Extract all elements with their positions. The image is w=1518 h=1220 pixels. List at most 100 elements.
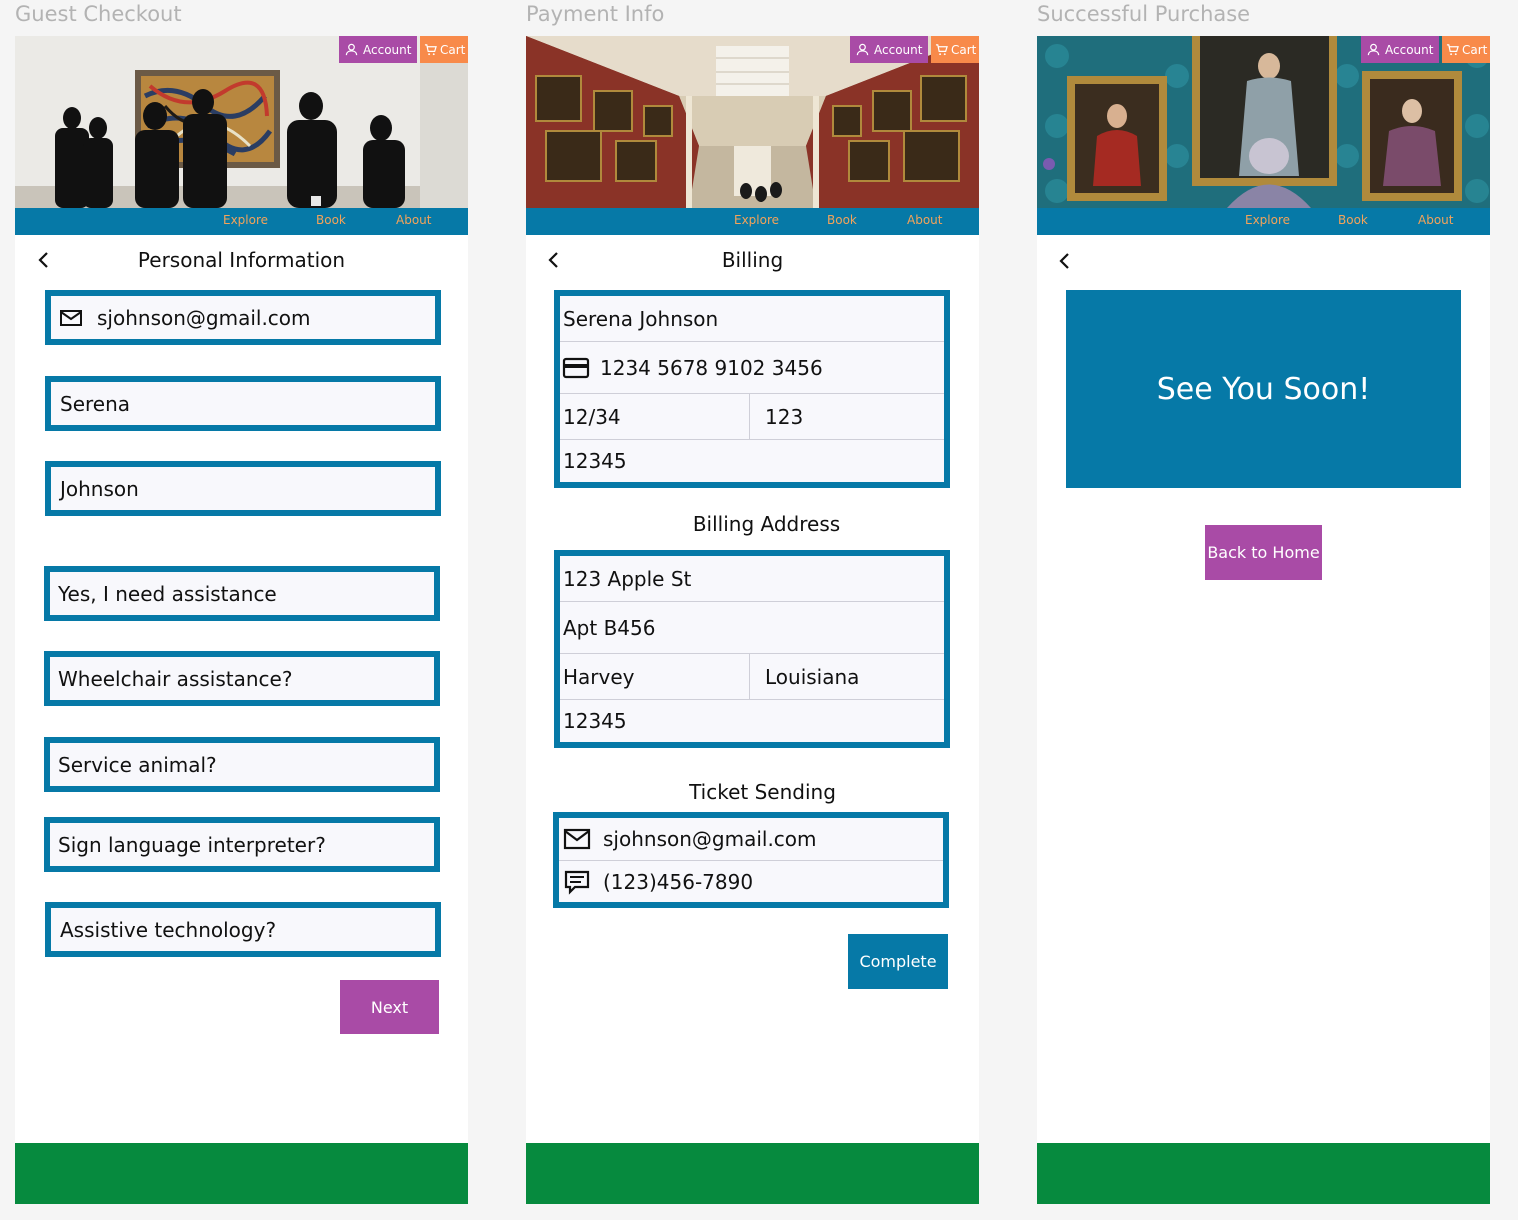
nav-bar: Explore Book About xyxy=(526,208,979,235)
account-label: Account xyxy=(874,42,923,57)
address-line1-field[interactable]: 123 Apple St xyxy=(560,556,944,602)
account-button[interactable]: Account xyxy=(1361,36,1440,63)
credit-card-icon xyxy=(562,357,590,378)
cart-button[interactable]: Cart xyxy=(1442,36,1490,63)
frame-title-payment-info: Payment Info xyxy=(526,2,665,26)
footer xyxy=(526,1143,979,1204)
hero-image: Account Cart xyxy=(526,36,979,208)
wheelchair-field[interactable]: Wheelchair assistance? xyxy=(44,651,440,706)
message-icon xyxy=(564,870,590,895)
expiry-cvv-row: 12/34 123 xyxy=(560,394,944,440)
nav-book[interactable]: Book xyxy=(1338,213,1368,227)
cart-label: Cart xyxy=(1462,42,1488,57)
nav-explore[interactable]: Explore xyxy=(223,213,268,227)
email-field[interactable]: sjohnson@gmail.com xyxy=(45,290,441,345)
account-label: Account xyxy=(363,42,412,57)
user-icon xyxy=(345,43,358,56)
mail-icon xyxy=(563,828,591,850)
address-zip-field[interactable]: 12345 xyxy=(560,700,944,742)
address-line1-value: 123 Apple St xyxy=(563,566,692,591)
back-to-home-button[interactable]: Back to Home xyxy=(1205,525,1322,580)
user-icon xyxy=(1367,43,1380,56)
nav-bar: Explore Book About xyxy=(1037,208,1490,235)
billing-zip-field[interactable]: 12345 xyxy=(560,440,944,482)
cart-button[interactable]: Cart xyxy=(931,36,979,63)
hero-image: Account Cart xyxy=(1037,36,1490,208)
guest-checkout-screen: Account Cart Explore Book About Personal… xyxy=(15,36,468,1204)
confirmation-banner: See You Soon! xyxy=(1066,290,1461,488)
city-value: Harvey xyxy=(563,664,635,689)
account-label: Account xyxy=(1385,42,1434,57)
complete-button[interactable]: Complete xyxy=(848,934,948,989)
cart-icon xyxy=(1446,44,1459,56)
card-number-field[interactable]: 1234 5678 9102 3456 xyxy=(560,342,944,394)
nav-about[interactable]: About xyxy=(1418,213,1453,227)
card-number-value: 1234 5678 9102 3456 xyxy=(600,355,823,380)
billing-address-card: 123 Apple St Apt B456 Harvey Louisiana 1… xyxy=(554,550,950,748)
cardholder-name-field[interactable]: Serena Johnson xyxy=(560,296,944,342)
billing-card: Serena Johnson 1234 5678 9102 3456 12/34… xyxy=(554,290,950,488)
state-value: Louisiana xyxy=(765,664,860,689)
assistance-select[interactable]: Yes, I need assistance xyxy=(44,566,440,621)
billing-heading: Billing xyxy=(721,248,784,272)
send-phone-field[interactable]: (123)456-7890 xyxy=(559,861,943,902)
cvv-field[interactable]: 123 xyxy=(750,394,803,439)
successful-purchase-screen: Account Cart Explore Book About See You … xyxy=(1037,36,1490,1204)
cart-icon xyxy=(424,44,437,56)
footer xyxy=(1037,1143,1490,1204)
payment-info-screen: Account Cart Explore Book About Billing … xyxy=(526,36,979,1204)
cart-icon xyxy=(935,44,948,56)
assistive-tech-field[interactable]: Assistive technology? xyxy=(45,902,441,957)
ticket-sending-card: sjohnson@gmail.com (123)456-7890 xyxy=(553,812,949,908)
send-phone-value: (123)456-7890 xyxy=(603,869,754,894)
first-name-value: Serena xyxy=(60,391,131,416)
state-field[interactable]: Louisiana xyxy=(750,654,859,699)
email-value: sjohnson@gmail.com xyxy=(97,305,311,330)
cart-label: Cart xyxy=(440,42,466,57)
last-name-field[interactable]: Johnson xyxy=(45,461,441,516)
assistive-tech-value: Assistive technology? xyxy=(60,917,277,942)
mail-icon xyxy=(60,309,82,326)
city-state-row: Harvey Louisiana xyxy=(560,654,944,700)
frame-title-successful-purchase: Successful Purchase xyxy=(1037,2,1251,26)
hero-image: Account Cart xyxy=(15,36,468,208)
wheelchair-value: Wheelchair assistance? xyxy=(58,666,293,691)
nav-book[interactable]: Book xyxy=(827,213,857,227)
billing-address-heading: Billing Address xyxy=(692,512,841,536)
city-field[interactable]: Harvey xyxy=(560,654,750,699)
assistance-value: Yes, I need assistance xyxy=(58,581,277,606)
cvv-value: 123 xyxy=(765,404,804,429)
footer xyxy=(15,1143,468,1204)
next-button[interactable]: Next xyxy=(340,980,439,1034)
address-line2-field[interactable]: Apt B456 xyxy=(560,602,944,654)
account-button[interactable]: Account xyxy=(850,36,929,63)
send-email-value: sjohnson@gmail.com xyxy=(603,827,817,851)
nav-bar: Explore Book About xyxy=(15,208,468,235)
service-animal-field[interactable]: Service animal? xyxy=(44,737,440,792)
cart-button[interactable]: Cart xyxy=(420,36,468,63)
address-line2-value: Apt B456 xyxy=(563,615,656,640)
nav-book[interactable]: Book xyxy=(316,213,346,227)
first-name-field[interactable]: Serena xyxy=(45,376,441,431)
cart-label: Cart xyxy=(951,42,977,57)
sign-language-value: Sign language interpreter? xyxy=(58,832,326,857)
expiry-value: 12/34 xyxy=(563,404,621,429)
address-zip-value: 12345 xyxy=(563,709,627,733)
sign-language-field[interactable]: Sign language interpreter? xyxy=(44,817,440,872)
expiry-field[interactable]: 12/34 xyxy=(560,394,750,439)
nav-explore[interactable]: Explore xyxy=(734,213,779,227)
service-animal-value: Service animal? xyxy=(58,752,217,777)
user-icon xyxy=(856,43,869,56)
last-name-value: Johnson xyxy=(60,476,139,501)
back-arrow-icon[interactable] xyxy=(1055,251,1075,271)
frame-title-guest-checkout: Guest Checkout xyxy=(15,2,182,26)
send-email-field[interactable]: sjohnson@gmail.com xyxy=(559,818,943,861)
cardholder-name-value: Serena Johnson xyxy=(563,306,719,331)
page-title: Personal Information xyxy=(137,248,346,272)
billing-zip-value: 12345 xyxy=(563,449,627,473)
nav-about[interactable]: About xyxy=(396,213,431,227)
account-button[interactable]: Account xyxy=(339,36,418,63)
ticket-sending-heading: Ticket Sending xyxy=(689,780,836,804)
nav-about[interactable]: About xyxy=(907,213,942,227)
nav-explore[interactable]: Explore xyxy=(1245,213,1290,227)
